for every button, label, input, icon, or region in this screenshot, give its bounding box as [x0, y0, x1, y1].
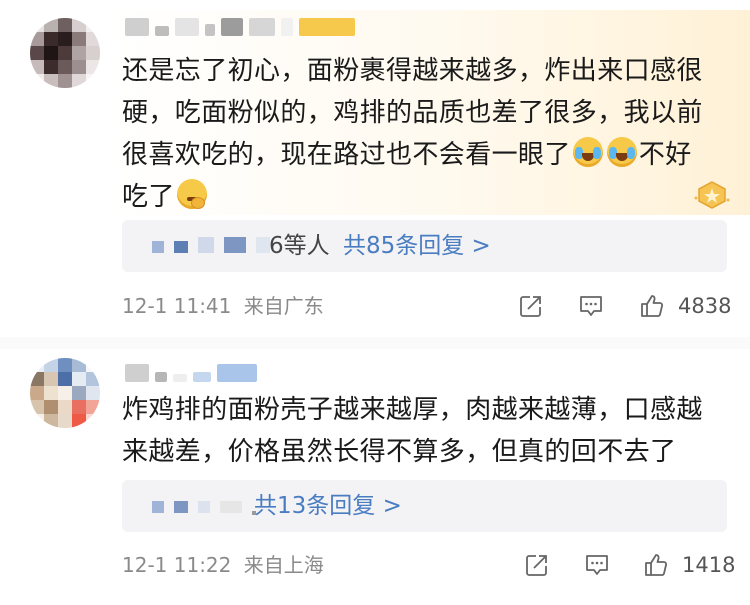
location: 来自上海 — [243, 553, 324, 577]
comment-thread: 还是忘了初心，面粉裹得越来越多，炸出来口感很 硬，吃面粉似的，鸡排的品质也差了很… — [0, 0, 750, 605]
thumbs-up-icon[interactable] — [638, 293, 666, 319]
comment-line-text: 不好 — [638, 140, 692, 170]
comment-line: 很喜欢吃的，现在路过也不会看一眼了 不好 — [122, 134, 703, 176]
laugh-cry-emoji — [572, 137, 603, 167]
reply-count: 共85条回复 > — [342, 233, 491, 259]
reply-count-link[interactable]: 共13条回复 > — [254, 489, 402, 523]
reply-preview[interactable]: 共13条回复 > — [122, 480, 727, 532]
thinking-emoji — [176, 179, 207, 209]
reply-count: 共13条回复 > — [254, 493, 402, 519]
comment-text: 还是忘了初心，面粉裹得越来越多，炸出来口感很 硬，吃面粉似的，鸡排的品质也差了很… — [122, 50, 703, 218]
comment-meta: 12-1 11:22 来自上海 — [122, 551, 324, 579]
comment-actions: 1418 — [518, 550, 736, 580]
comment-meta: 12-1 11:41 来自广东 — [122, 292, 324, 320]
reply-preview[interactable]: 6等人 共85条回复 > — [122, 220, 727, 272]
comment-line: 硬，吃面粉似的，鸡排的品质也差了很多，我以前 — [122, 98, 703, 128]
comment-line-text: 很喜欢吃的，现在路过也不会看一眼了 — [122, 140, 571, 170]
username-blurred[interactable] — [125, 360, 257, 382]
like-count: 1418 — [682, 553, 736, 577]
thumbs-up-icon[interactable] — [642, 552, 670, 578]
comment-actions: 4838 — [518, 291, 733, 321]
comment-line: 炸鸡排的面粉壳子越来越厚，肉越来越薄，口感越 — [122, 395, 703, 425]
reply-users-suffix: 6等人 — [269, 233, 330, 259]
comment-line-text: 吃了 — [122, 182, 175, 212]
like-count: 4838 — [678, 294, 732, 318]
timestamp: 12-1 11:22 — [122, 553, 232, 577]
vip-badge-icon — [694, 181, 730, 209]
username-blurred[interactable] — [125, 14, 355, 36]
reply-count-link[interactable]: 6等人 共85条回复 > — [269, 229, 491, 263]
share-icon[interactable] — [524, 552, 550, 578]
avatar[interactable] — [30, 18, 100, 88]
comment-icon[interactable] — [584, 552, 610, 578]
avatar[interactable] — [30, 358, 100, 428]
comment-divider — [0, 337, 750, 349]
reply-users-blurred — [152, 237, 270, 253]
comment-text: 炸鸡排的面粉壳子越来越厚，肉越来越薄，口感越 来越差，价格虽然长得不算多，但真的… — [122, 389, 703, 473]
timestamp: 12-1 11:41 — [122, 294, 232, 318]
reply-users-blurred — [152, 497, 256, 515]
laugh-cry-emoji — [606, 137, 637, 167]
share-icon[interactable] — [518, 293, 544, 319]
comment-icon[interactable] — [578, 293, 604, 319]
location: 来自广东 — [243, 294, 324, 318]
comment-line: 来越差，价格虽然长得不算多，但真的回不去了 — [122, 437, 677, 467]
comment-line: 吃了 — [122, 176, 703, 218]
comment-line: 还是忘了初心，面粉裹得越来越多，炸出来口感很 — [122, 56, 703, 86]
